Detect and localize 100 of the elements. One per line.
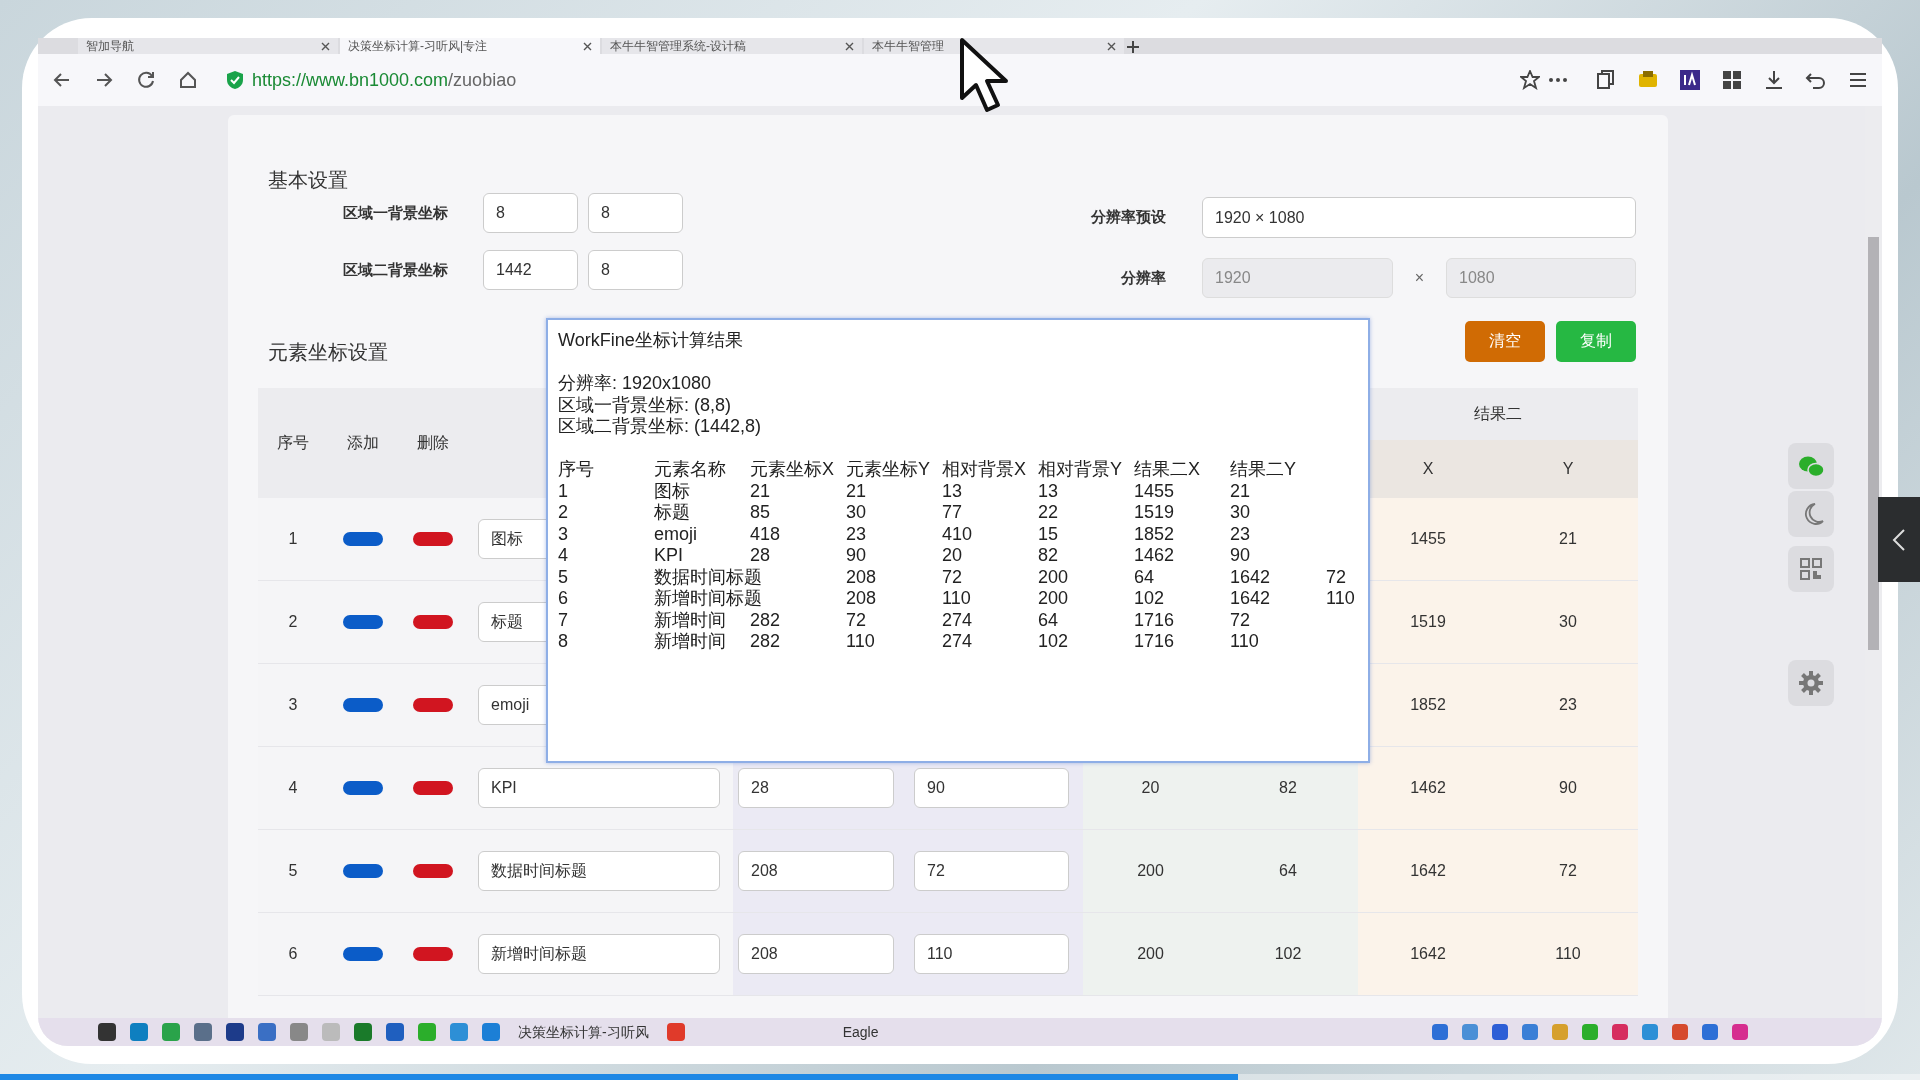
result-line: 8 新增时间 282 110 274 102 1716 110 xyxy=(558,631,1260,653)
section-title: 元素坐标设置 xyxy=(268,340,388,364)
input-field[interactable]: 90 xyxy=(914,768,1069,808)
result-line: 5 数据时间标题 208 72 200 64 1642 72 xyxy=(558,566,1348,588)
input-field[interactable]: 208 xyxy=(738,934,894,974)
tray-icon[interactable] xyxy=(1702,1024,1718,1040)
field-label: 分辨率 xyxy=(1120,267,1166,288)
input-field[interactable]: 1442 xyxy=(483,250,578,290)
new-tab-icon[interactable] xyxy=(1126,40,1140,54)
table-cell: 200 xyxy=(1083,830,1218,913)
result-line: 区域二背景坐标: (1442,8) xyxy=(558,416,763,438)
scrollbar[interactable] xyxy=(1865,106,1882,1018)
field-label: 区域二背景坐标 xyxy=(342,259,448,280)
table-cell: 102 xyxy=(1218,913,1358,996)
table-cell: 30 xyxy=(1498,581,1638,664)
tray-icon[interactable] xyxy=(1432,1024,1448,1040)
result-line: 3 emoji 418 23 410 15 1852 23 xyxy=(558,523,1252,545)
taskbar-icon[interactable] xyxy=(98,1023,116,1041)
input-field[interactable]: 新增时间标题 xyxy=(478,934,720,974)
select-field[interactable]: 1920 × 1080 xyxy=(1202,197,1636,238)
section-title: 基本设置 xyxy=(268,168,349,192)
table-cell: 1642 xyxy=(1358,913,1498,996)
url-text[interactable]: https://www.bn1000.com/zuobiao xyxy=(252,66,517,94)
dialog-title: WorkFine坐标计算结果 xyxy=(558,330,744,352)
add-button[interactable] xyxy=(343,698,383,712)
add-button[interactable] xyxy=(343,781,383,795)
home-icon[interactable] xyxy=(177,69,199,91)
table-cell: 21 xyxy=(1498,498,1638,581)
delete-button[interactable] xyxy=(413,947,453,961)
input-field[interactable]: KPI xyxy=(478,768,720,808)
delete-button[interactable] xyxy=(413,532,453,546)
result-line: 7 新增时间 282 72 274 64 1716 72 xyxy=(558,609,1252,631)
qr-code-icon[interactable] xyxy=(1798,556,1824,582)
result-line: 序号 元素名称 元素坐标X 元素坐标Y 相对背景X 相对背景Y 结果二X 结果二Y xyxy=(558,459,1297,481)
extension-icon[interactable] xyxy=(1679,69,1701,91)
input-field[interactable]: 72 xyxy=(914,851,1069,891)
input-field[interactable]: 208 xyxy=(738,851,894,891)
grid-icon[interactable] xyxy=(1721,69,1743,91)
star-icon[interactable] xyxy=(1520,70,1540,90)
more-icon[interactable] xyxy=(1548,77,1568,83)
close-icon xyxy=(321,41,330,51)
add-button[interactable] xyxy=(343,532,383,546)
reload-icon[interactable] xyxy=(135,69,157,91)
result-line: 1 图标 21 21 13 13 1455 21 xyxy=(558,480,1252,502)
times-sign: × xyxy=(1413,268,1426,288)
table-cell: 90 xyxy=(1498,747,1638,830)
chevron-left-icon[interactable] xyxy=(1892,527,1906,552)
browser-tab[interactable]: 智加导航 xyxy=(78,38,338,54)
add-button[interactable] xyxy=(343,864,383,878)
table-cell: 72 xyxy=(1498,830,1638,913)
taskbar-icon[interactable] xyxy=(226,1023,244,1041)
close-icon xyxy=(845,41,854,51)
close-icon xyxy=(583,41,592,51)
tray-icon[interactable] xyxy=(1612,1024,1628,1040)
clear-button[interactable]: 清空 xyxy=(1465,320,1545,362)
download-icon[interactable] xyxy=(1763,69,1785,91)
delete-button[interactable] xyxy=(413,781,453,795)
delete-button[interactable] xyxy=(413,698,453,712)
column-header: 添加 xyxy=(328,388,398,498)
taskbar-item[interactable]: 决策坐标计算-习听风 xyxy=(514,1021,653,1043)
table-cell: 200 xyxy=(1083,913,1218,996)
shield-icon xyxy=(226,70,244,90)
browser-tab[interactable]: 本牛牛智管理 xyxy=(864,38,1124,54)
column-header: Y xyxy=(1498,440,1638,498)
scroll-thumb[interactable] xyxy=(1868,237,1879,650)
delete-button[interactable] xyxy=(413,615,453,629)
input-field[interactable]: 数据时间标题 xyxy=(478,851,720,891)
add-button[interactable] xyxy=(343,947,383,961)
input-field[interactable]: 8 xyxy=(588,193,683,233)
table-cell: 110 xyxy=(1498,913,1638,996)
settings-icon[interactable] xyxy=(1798,670,1824,696)
input-field[interactable]: 8 xyxy=(588,250,683,290)
field-label: 区域一背景坐标 xyxy=(342,202,448,223)
result-line: 2 标题 85 30 77 22 1519 30 xyxy=(558,502,1252,524)
input-field[interactable]: 8 xyxy=(483,193,578,233)
table-cell: 64 xyxy=(1218,830,1358,913)
taskbar-icon[interactable] xyxy=(194,1023,212,1041)
browser-tab[interactable]: 本牛牛智管理系统-设计稿 xyxy=(602,38,862,54)
add-button[interactable] xyxy=(343,615,383,629)
delete-button[interactable] xyxy=(413,864,453,878)
column-header: 序号 xyxy=(258,388,328,498)
taskbar-icon[interactable] xyxy=(386,1023,404,1041)
table-cell: 1462 xyxy=(1358,747,1498,830)
taskbar-icon[interactable] xyxy=(258,1023,276,1041)
input-field[interactable]: 28 xyxy=(738,768,894,808)
tray-icon[interactable] xyxy=(1492,1024,1508,1040)
field-label: 分辨率预设 xyxy=(1090,207,1166,228)
table-cell: 1642 xyxy=(1358,830,1498,913)
taskbar-item[interactable]: Eagle xyxy=(838,1021,883,1043)
taskbar-icon[interactable] xyxy=(666,1023,685,1041)
result-line: 4 KPI 28 90 20 82 1462 90 xyxy=(558,545,1252,567)
input-field[interactable]: 110 xyxy=(914,934,1069,974)
result-line: 6 新增时间标题 208 110 200 102 1642 110 xyxy=(558,588,1356,610)
result-line: 分辨率: 1920x1080 xyxy=(558,373,713,395)
browser-tab[interactable]: 决策坐标计算-习听风|专注 xyxy=(340,38,600,54)
column-header: 删除 xyxy=(398,388,468,498)
table-cell: 23 xyxy=(1498,664,1638,747)
copy-icon[interactable] xyxy=(1595,69,1617,91)
result-line: 区域一背景坐标: (8,8) xyxy=(558,394,732,416)
taskbar-icon[interactable] xyxy=(354,1023,372,1041)
